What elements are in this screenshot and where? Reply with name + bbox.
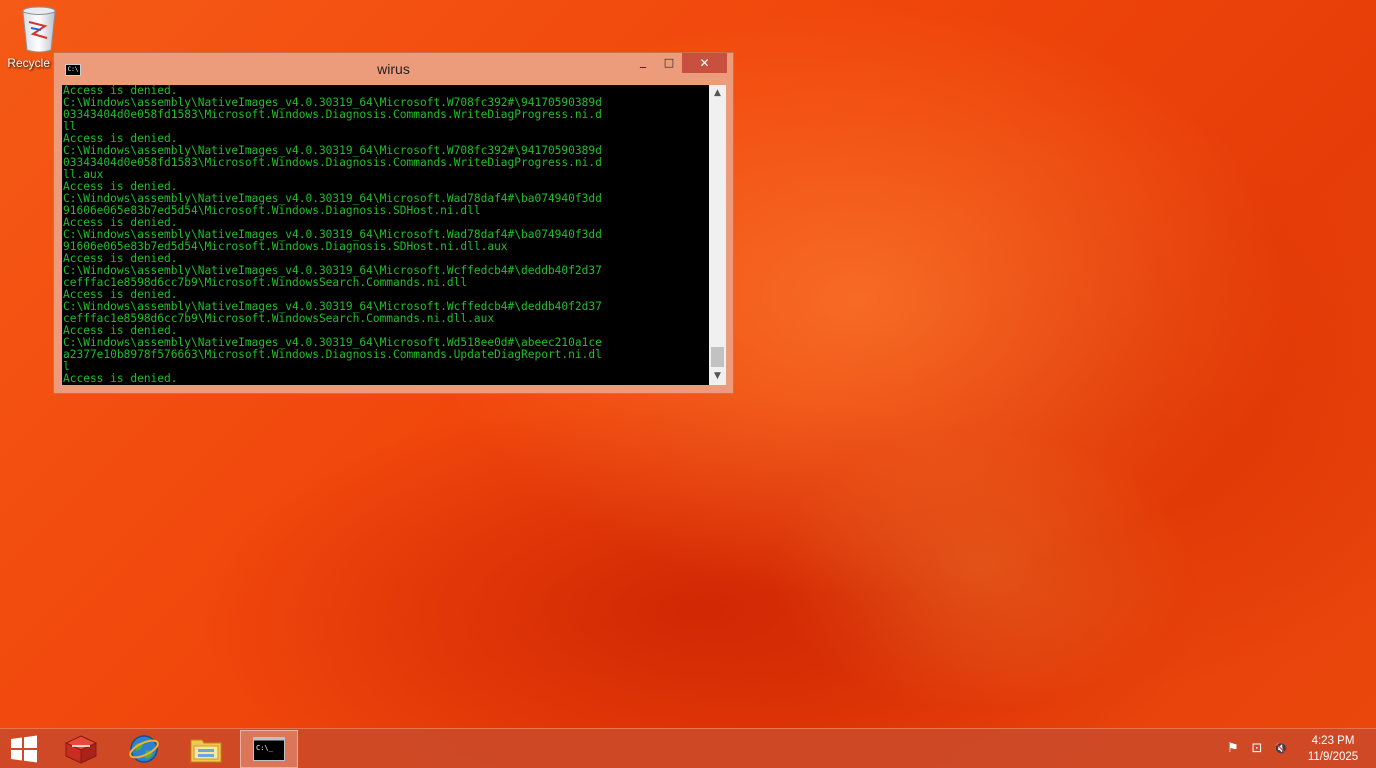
volume-muted-icon[interactable]: 🔇 [1273, 741, 1289, 757]
console-output[interactable]: Access is denied. C:\Windows\assembly\Na… [62, 85, 709, 385]
taskbar: C:\_ ⚑ ⊡ 🔇 4:23 PM 11/9/2025 [0, 728, 1376, 768]
file-explorer-icon [190, 739, 222, 763]
close-button[interactable]: ✕ [682, 53, 727, 73]
network-icon[interactable]: ⊡ [1249, 741, 1265, 757]
globe-browser-icon [129, 735, 159, 763]
recycle-bin-icon [22, 6, 56, 53]
taskbar-clock[interactable]: 4:23 PM 11/9/2025 [1296, 733, 1370, 765]
console-window[interactable]: C:\ wirus _ □ ✕ Access is denied. C:\Win… [53, 52, 734, 394]
scroll-up-button[interactable]: ▲ [709, 85, 726, 102]
maximize-button[interactable]: □ [656, 53, 682, 73]
taskbar-app-red-box[interactable] [52, 730, 110, 768]
taskbar-app-file-explorer[interactable] [177, 730, 235, 768]
taskbar-app-browser[interactable] [115, 730, 173, 768]
console-scrollbar[interactable]: ▲ ▼ [709, 85, 726, 385]
console-text: Access is denied. C:\Windows\assembly\Na… [63, 85, 602, 385]
start-button[interactable] [0, 730, 48, 768]
taskbar-app-command-prompt[interactable]: C:\_ [240, 730, 298, 768]
command-prompt-icon: C:\_ [253, 737, 285, 761]
window-titlebar[interactable]: C:\ wirus _ □ ✕ [54, 53, 733, 85]
svg-text:C:\_: C:\_ [256, 744, 274, 752]
action-center-flag-icon[interactable]: ⚑ [1225, 741, 1241, 757]
red-box-app-icon [64, 735, 98, 764]
scroll-down-button[interactable]: ▼ [709, 368, 726, 385]
windows-start-icon [11, 735, 37, 763]
minimize-button[interactable]: _ [630, 53, 656, 73]
clock-date: 11/9/2025 [1307, 751, 1359, 763]
clock-time: 4:23 PM [1311, 735, 1355, 747]
scroll-thumb[interactable] [711, 347, 724, 367]
